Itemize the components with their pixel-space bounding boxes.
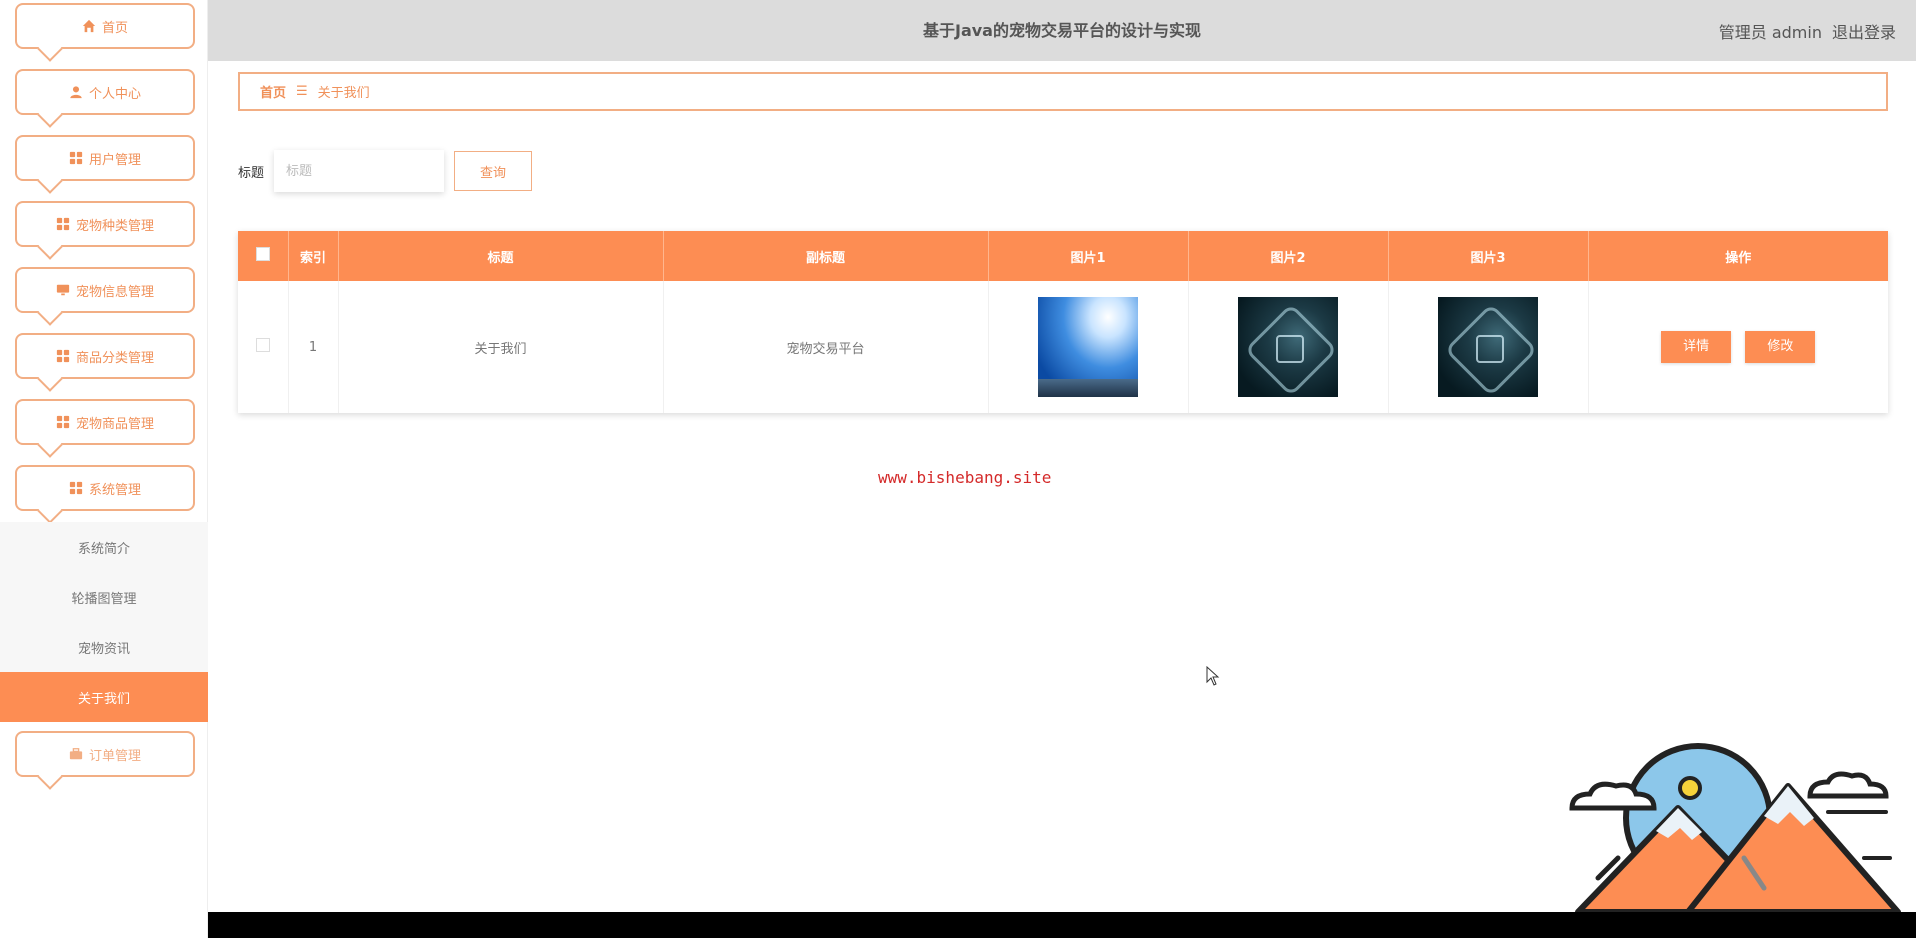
cell-index: 1: [288, 281, 339, 413]
image2-thumbnail[interactable]: [1238, 297, 1338, 397]
breadcrumb-current: 关于我们: [317, 86, 370, 101]
col-header-subtitle: 副标题: [663, 231, 989, 281]
sidebar-item-label: 用户管理: [88, 152, 141, 168]
bottom-bar: [208, 912, 1916, 938]
sidebar-item-personal-center[interactable]: 个人中心: [15, 69, 195, 115]
breadcrumb-separator-icon: ☰: [296, 84, 308, 99]
cell-image2: [1188, 281, 1389, 413]
cell-image1: [988, 281, 1189, 413]
row-checkbox[interactable]: [255, 338, 270, 352]
detail-button[interactable]: 详情: [1661, 331, 1732, 363]
sidebar-item-pet-goods[interactable]: 宠物商品管理: [15, 399, 195, 445]
data-table: 索引 标题 副标题 图片1 图片2 图片3 操作 1 关于我们 宠物交易平台 详…: [238, 231, 1888, 413]
grid-icon: [56, 415, 70, 429]
system-submenu: 系统简介 轮播图管理 宠物资讯 关于我们: [0, 522, 208, 722]
col-header-image1: 图片1: [988, 231, 1189, 281]
sidebar-item-user-management[interactable]: 用户管理: [15, 135, 195, 181]
grid-icon: [56, 217, 70, 231]
title-search-input[interactable]: [274, 150, 445, 192]
grid-icon: [69, 481, 83, 495]
breadcrumb-home[interactable]: 首页: [260, 82, 286, 101]
col-header-title: 标题: [338, 231, 664, 281]
sidebar-item-orders[interactable]: 订单管理: [15, 731, 195, 777]
cell-image3: [1388, 281, 1589, 413]
admin-label: 管理员 admin: [1718, 22, 1822, 42]
image3-thumbnail[interactable]: [1438, 297, 1538, 397]
col-header-actions: 操作: [1588, 231, 1888, 281]
table-row: 1 关于我们 宠物交易平台 详情 修改: [238, 281, 1888, 413]
grid-icon: [69, 151, 83, 165]
submenu-item-carousel[interactable]: 轮播图管理: [0, 572, 208, 622]
sidebar-item-goods-category[interactable]: 商品分类管理: [15, 333, 195, 379]
top-header: 基于Java的宠物交易平台的设计与实现 管理员 admin 退出登录: [208, 0, 1916, 61]
sidebar-item-label: 商品分类管理: [75, 350, 154, 366]
sidebar-item-label: 宠物种类管理: [75, 218, 154, 234]
search-bar: 标题 查询: [238, 150, 533, 192]
image1-thumbnail[interactable]: [1038, 297, 1138, 397]
edit-button[interactable]: 修改: [1745, 331, 1816, 363]
sidebar-item-label: 宠物信息管理: [75, 284, 154, 300]
grid-icon: [56, 349, 70, 363]
briefcase-icon: [69, 748, 83, 760]
home-icon: [82, 19, 96, 33]
sidebar-item-label: 首页: [101, 20, 128, 36]
app-title: 基于Java的宠物交易平台的设计与实现: [923, 21, 1201, 40]
submenu-item-pet-news[interactable]: 宠物资讯: [0, 622, 208, 672]
submenu-item-about-us[interactable]: 关于我们: [0, 672, 208, 722]
row-select-cell: [238, 281, 289, 413]
logout-link[interactable]: 退出登录: [1832, 19, 1896, 43]
breadcrumb: 首页 ☰ 关于我们: [238, 72, 1888, 111]
table-header-row: 索引 标题 副标题 图片1 图片2 图片3 操作: [238, 231, 1888, 281]
monitor-icon: [56, 284, 70, 296]
sidebar: 首页 个人中心 用户管理 宠物种类管理 宠物信息管理 商品分类管理 宠物商品管理…: [0, 0, 208, 938]
header-user-area: 管理员 admin 退出登录: [1719, 0, 1896, 61]
sidebar-item-home[interactable]: 首页: [15, 3, 195, 49]
cell-title: 关于我们: [338, 281, 664, 413]
sidebar-item-label: 宠物商品管理: [75, 416, 154, 432]
submenu-item-system-intro[interactable]: 系统简介: [0, 522, 208, 572]
cell-actions: 详情 修改: [1588, 281, 1888, 413]
col-header-image3: 图片3: [1388, 231, 1589, 281]
search-label: 标题: [238, 165, 265, 181]
watermark-text: www.bishebang.site: [878, 468, 1052, 487]
select-all-checkbox[interactable]: [255, 247, 270, 261]
cell-subtitle: 宠物交易平台: [663, 281, 989, 413]
select-all-cell: [238, 231, 289, 281]
sidebar-item-pet-info[interactable]: 宠物信息管理: [15, 267, 195, 313]
mountain-illustration-icon: [1569, 743, 1901, 912]
mouse-cursor-icon: [1206, 666, 1220, 686]
sidebar-item-label: 系统管理: [88, 482, 141, 498]
user-icon: [70, 86, 82, 99]
sidebar-item-system[interactable]: 系统管理: [15, 465, 195, 511]
sidebar-item-label: 订单管理: [88, 748, 141, 764]
col-header-index: 索引: [288, 231, 339, 281]
col-header-image2: 图片2: [1188, 231, 1389, 281]
sidebar-item-pet-category[interactable]: 宠物种类管理: [15, 201, 195, 247]
query-button[interactable]: 查询: [454, 151, 533, 191]
sidebar-item-label: 个人中心: [88, 86, 141, 102]
